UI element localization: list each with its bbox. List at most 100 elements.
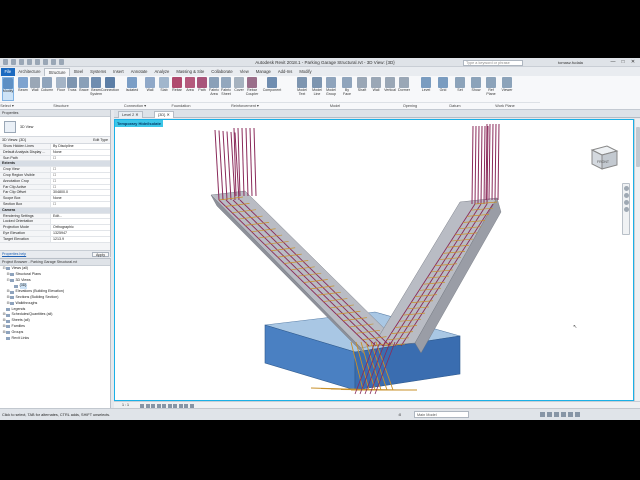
property-value[interactable] bbox=[50, 219, 110, 225]
tab-view[interactable]: View bbox=[236, 68, 252, 76]
panel-datum[interactable]: Datum bbox=[440, 102, 470, 109]
model-canvas[interactable] bbox=[115, 120, 634, 401]
ribbon-button-slab[interactable]: Slab bbox=[158, 77, 170, 101]
property-value[interactable]: ☐ bbox=[50, 155, 110, 161]
temp-hide-icon[interactable] bbox=[184, 403, 188, 408]
tab-file[interactable]: File bbox=[1, 68, 15, 76]
default-3d-view-icon[interactable] bbox=[59, 59, 64, 65]
panel-connection-[interactable]: Connection ▾ bbox=[108, 102, 162, 109]
property-value[interactable]: None bbox=[50, 196, 110, 201]
3d-viewport[interactable]: Temporary Hide/Isolate FRONT bbox=[114, 119, 634, 401]
tab-analyze[interactable]: Analyze bbox=[151, 68, 173, 76]
search-input[interactable]: Type a keyword or phrase bbox=[463, 59, 523, 66]
ribbon-button-dormer[interactable]: Dormer bbox=[398, 77, 410, 101]
lock-view-icon[interactable] bbox=[178, 403, 183, 408]
ribbon-button-wall[interactable]: Wall bbox=[370, 77, 382, 101]
redo-icon[interactable] bbox=[35, 59, 40, 65]
ribbon-button-fabric-sheet[interactable]: Fabric Sheet bbox=[220, 77, 232, 101]
tab-steel[interactable]: Steel bbox=[70, 68, 87, 76]
orbit-icon[interactable] bbox=[623, 207, 629, 212]
type-selector[interactable]: 3D View bbox=[0, 117, 110, 137]
property-value[interactable]: 1213.9 bbox=[50, 236, 110, 242]
measure-icon[interactable] bbox=[51, 59, 56, 65]
ribbon-button-brace[interactable]: Brace bbox=[78, 77, 90, 101]
design-options-dropdown[interactable]: Main Model bbox=[414, 411, 469, 418]
apply-button[interactable]: Apply bbox=[92, 252, 109, 257]
ribbon-button-grid[interactable]: Grid bbox=[437, 77, 449, 101]
steering-wheel-icon[interactable] bbox=[623, 186, 629, 191]
ribbon-button-rebar-coupler[interactable]: Rebar Coupler bbox=[246, 77, 258, 101]
ribbon-button-modify[interactable]: Modify bbox=[2, 77, 14, 101]
panel-work-plane[interactable]: Work Plane bbox=[470, 102, 540, 109]
property-value[interactable]: ☐ bbox=[50, 178, 110, 184]
tab-3d[interactable]: {3D} ✕ bbox=[154, 111, 174, 118]
tab-insert[interactable]: Insert bbox=[110, 68, 127, 76]
property-value[interactable]: ☐ bbox=[50, 167, 110, 172]
ribbon-button-ref-plane[interactable]: Ref Plane bbox=[485, 77, 497, 101]
property-value[interactable]: By Discipline bbox=[50, 144, 110, 149]
maximize-button[interactable]: □ bbox=[618, 58, 628, 66]
tab-architecture[interactable]: Architecture bbox=[15, 68, 44, 76]
properties-help-link[interactable]: Properties help bbox=[2, 251, 26, 257]
render-icon[interactable] bbox=[162, 403, 166, 408]
ribbon-button-area[interactable]: Area bbox=[184, 77, 196, 101]
sun-path-icon[interactable] bbox=[151, 403, 155, 408]
quick-access-toolbar[interactable] bbox=[3, 59, 64, 65]
ribbon-button-by-face[interactable]: By Face bbox=[341, 77, 353, 101]
ribbon-button-cover[interactable]: Cover bbox=[233, 77, 245, 101]
filter-icon[interactable] bbox=[575, 412, 580, 417]
tab-systems[interactable]: Systems bbox=[87, 68, 110, 76]
select-underlay-icon[interactable] bbox=[547, 412, 552, 417]
property-value[interactable]: 304800.0 bbox=[50, 190, 110, 196]
tab-annotate[interactable]: Annotate bbox=[127, 68, 151, 76]
app-menu-icon[interactable] bbox=[3, 59, 8, 65]
ribbon-button-vertical[interactable]: Vertical bbox=[384, 77, 396, 101]
tab-collaborate[interactable]: Collaborate bbox=[208, 68, 236, 76]
tab-modify[interactable]: Modify bbox=[296, 68, 315, 76]
panel-structure[interactable]: Structure bbox=[14, 102, 108, 109]
property-value[interactable]: Orthographic bbox=[50, 225, 110, 230]
panel-opening[interactable]: Opening bbox=[380, 102, 440, 109]
property-value[interactable]: None bbox=[50, 149, 110, 155]
select-pinned-icon[interactable] bbox=[554, 412, 559, 417]
edit-type-button[interactable]: Edit Type bbox=[93, 137, 108, 143]
browser-item[interactable]: Revit Links bbox=[0, 336, 110, 342]
property-value[interactable]: Edit... bbox=[50, 213, 110, 219]
tab-manage[interactable]: Manage bbox=[252, 68, 274, 76]
property-value[interactable]: ☐ bbox=[50, 201, 110, 207]
scroll-thumb[interactable] bbox=[636, 127, 640, 167]
instance-dropdown[interactable]: 3D Views: {3D} Edit Type bbox=[0, 137, 110, 144]
property-value[interactable]: 1325947 bbox=[50, 230, 110, 236]
ribbon-button-wall[interactable]: Wall bbox=[144, 77, 156, 101]
ribbon-button-model-group[interactable]: Model Group bbox=[325, 77, 337, 101]
ribbon-button-isolated[interactable]: Isolated bbox=[126, 77, 138, 101]
user-name[interactable]: tomasz.fudala bbox=[558, 60, 583, 65]
open-icon[interactable] bbox=[11, 59, 16, 65]
tab-massing-site[interactable]: Massing & Site bbox=[173, 68, 208, 76]
ribbon-button-rebar[interactable]: Rebar bbox=[171, 77, 183, 101]
zoom-icon[interactable] bbox=[623, 193, 629, 198]
minimize-button[interactable]: — bbox=[608, 58, 618, 66]
save-icon[interactable] bbox=[19, 59, 24, 65]
print-icon[interactable] bbox=[43, 59, 48, 65]
vertical-scrollbar[interactable] bbox=[634, 119, 640, 401]
ribbon-button-beam[interactable]: Beam bbox=[17, 77, 29, 101]
panel-model[interactable]: Model bbox=[290, 102, 380, 109]
reveal-hidden-icon[interactable] bbox=[189, 403, 194, 408]
property-value[interactable]: ☐ bbox=[50, 172, 110, 178]
ribbon-button-fabric-area[interactable]: Fabric Area bbox=[208, 77, 220, 101]
navigation-bar[interactable] bbox=[622, 183, 630, 235]
view-cube[interactable]: FRONT bbox=[587, 140, 621, 174]
ribbon-button-show[interactable]: Show bbox=[470, 77, 482, 101]
panel-reinforcement-[interactable]: Reinforcement ▾ bbox=[200, 102, 290, 109]
ribbon-button-level[interactable]: Level bbox=[420, 77, 432, 101]
select-links-icon[interactable] bbox=[540, 412, 545, 417]
ribbon-button-wall[interactable]: Wall bbox=[29, 77, 41, 101]
ribbon-button-model-text[interactable]: Model Text bbox=[296, 77, 308, 101]
tab-add-ins[interactable]: Add-Ins bbox=[274, 68, 295, 76]
ribbon-button-shaft[interactable]: Shaft bbox=[356, 77, 368, 101]
tab-structure[interactable]: Structure bbox=[44, 68, 71, 76]
ribbon-button-viewer[interactable]: Viewer bbox=[501, 77, 513, 101]
select-by-face-icon[interactable] bbox=[561, 412, 566, 417]
ribbon-button-truss[interactable]: Truss bbox=[66, 77, 78, 101]
